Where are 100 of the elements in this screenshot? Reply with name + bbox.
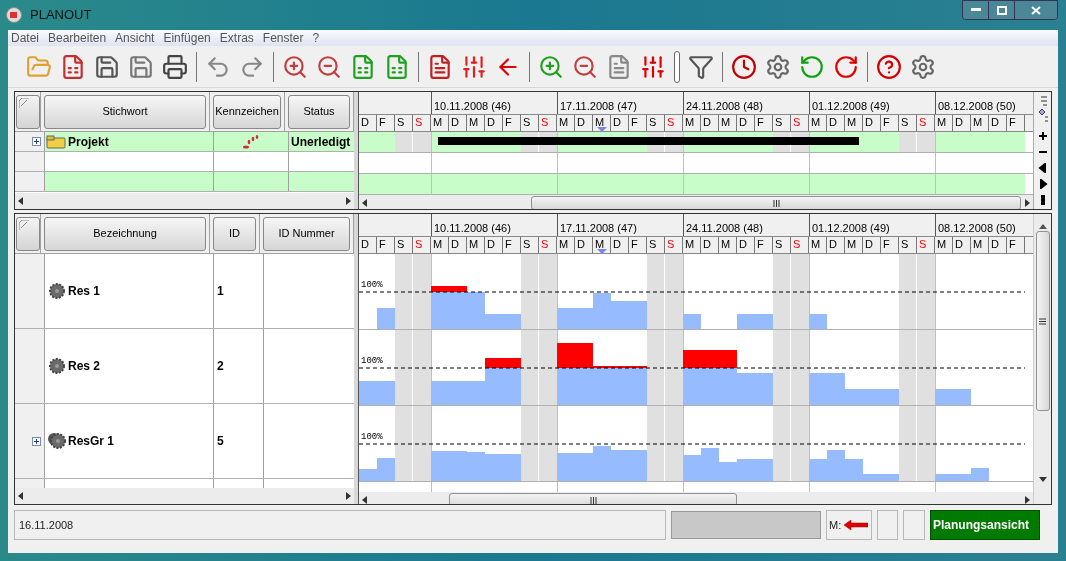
menu-item[interactable]: Fenster bbox=[262, 32, 304, 44]
day-label: S bbox=[667, 239, 675, 250]
day-label: M bbox=[721, 239, 731, 250]
day-label: M bbox=[937, 239, 947, 250]
day-label: M bbox=[937, 117, 947, 128]
day-label: S bbox=[667, 117, 675, 128]
day-label: M bbox=[811, 239, 821, 250]
day-label: D bbox=[991, 239, 999, 250]
column-header[interactable]: Bezeichnung bbox=[44, 216, 206, 251]
day-label: M bbox=[595, 117, 605, 128]
menu-item[interactable]: Extras bbox=[219, 32, 254, 44]
day-label: M bbox=[685, 117, 695, 128]
day-label: F bbox=[631, 117, 638, 128]
resource-name: ResGr 1 bbox=[68, 433, 115, 450]
resource-id: 5 bbox=[217, 433, 224, 450]
day-label: S bbox=[793, 117, 801, 128]
menu-item[interactable]: Bearbeiten bbox=[48, 32, 107, 44]
day-label: D bbox=[577, 117, 585, 128]
day-label: S bbox=[397, 239, 405, 250]
day-label: D bbox=[613, 239, 621, 250]
resource-id: 2 bbox=[217, 358, 224, 375]
column-header[interactable]: ID Nummer bbox=[263, 216, 350, 251]
menu-item[interactable]: Datei bbox=[11, 32, 39, 44]
week-label: 08.12.2008 (50) bbox=[938, 101, 1016, 112]
day-label: F bbox=[883, 117, 890, 128]
day-label: D bbox=[451, 117, 459, 128]
column-header[interactable]: Kennzeichen bbox=[213, 94, 281, 129]
day-label: S bbox=[649, 239, 657, 250]
capacity-label: 100% bbox=[361, 281, 383, 290]
window-title: PLANOUT bbox=[30, 6, 92, 25]
view-indicator: Planungsansicht bbox=[930, 510, 1040, 540]
day-label: M bbox=[433, 239, 443, 250]
day-label: D bbox=[829, 117, 837, 128]
day-label: S bbox=[523, 117, 531, 128]
resource-name: Res 2 bbox=[68, 358, 101, 375]
day-label: S bbox=[919, 239, 927, 250]
status-date: 16.11.2008 bbox=[19, 517, 74, 533]
day-label: M bbox=[847, 117, 857, 128]
menu-item[interactable]: Ansicht bbox=[115, 32, 155, 44]
day-label: F bbox=[505, 117, 512, 128]
menu-item[interactable]: ? bbox=[312, 32, 320, 44]
capacity-label: 100% bbox=[361, 357, 383, 366]
day-label: S bbox=[523, 239, 531, 250]
day-label: F bbox=[379, 117, 386, 128]
day-label: F bbox=[379, 239, 386, 250]
day-label: F bbox=[1009, 117, 1016, 128]
week-label: 10.11.2008 (46) bbox=[434, 101, 511, 112]
week-label: 01.12.2008 (49) bbox=[812, 223, 890, 234]
day-label: S bbox=[775, 117, 783, 128]
day-label: D bbox=[703, 239, 711, 250]
day-label: S bbox=[901, 117, 909, 128]
day-label: S bbox=[919, 117, 927, 128]
column-header[interactable]: ID bbox=[213, 216, 256, 251]
day-label: D bbox=[451, 239, 459, 250]
day-label: F bbox=[757, 117, 764, 128]
week-label: 10.11.2008 (46) bbox=[434, 223, 511, 234]
day-label: D bbox=[613, 117, 621, 128]
week-label: 24.11.2008 (48) bbox=[686, 223, 763, 234]
day-label: D bbox=[487, 239, 495, 250]
capacity-label: 100% bbox=[361, 433, 383, 442]
day-label: M bbox=[595, 239, 605, 250]
day-label: M bbox=[973, 239, 983, 250]
column-header[interactable]: Status bbox=[288, 94, 350, 129]
day-label: M bbox=[685, 239, 695, 250]
day-label: M bbox=[469, 239, 479, 250]
day-label: D bbox=[991, 117, 999, 128]
day-label: F bbox=[757, 239, 764, 250]
week-label: 01.12.2008 (49) bbox=[812, 101, 890, 112]
day-label: D bbox=[955, 117, 963, 128]
day-label: S bbox=[415, 117, 423, 128]
day-label: D bbox=[739, 239, 747, 250]
day-label: D bbox=[865, 239, 873, 250]
column-header[interactable]: Stichwort bbox=[44, 94, 206, 129]
day-label: S bbox=[649, 117, 657, 128]
marker-label: M: bbox=[829, 517, 842, 533]
day-label: S bbox=[397, 117, 405, 128]
day-label: S bbox=[541, 117, 549, 128]
day-label: S bbox=[901, 239, 909, 250]
day-label: D bbox=[703, 117, 711, 128]
day-label: D bbox=[865, 117, 873, 128]
day-label: M bbox=[847, 239, 857, 250]
day-label: S bbox=[793, 239, 801, 250]
day-label: M bbox=[559, 117, 569, 128]
resource-name: Res 1 bbox=[68, 283, 101, 300]
status-text: Unerledigt bbox=[291, 133, 351, 151]
day-label: D bbox=[955, 239, 963, 250]
day-label: D bbox=[577, 239, 585, 250]
resource-id: 1 bbox=[217, 283, 224, 300]
week-label: 17.11.2008 (47) bbox=[560, 101, 637, 112]
day-label: F bbox=[631, 239, 638, 250]
day-label: D bbox=[361, 117, 369, 128]
menu-item[interactable]: Einfügen bbox=[163, 32, 211, 44]
day-label: M bbox=[469, 117, 479, 128]
day-label: F bbox=[505, 239, 512, 250]
day-label: F bbox=[883, 239, 890, 250]
day-label: D bbox=[487, 117, 495, 128]
day-label: M bbox=[973, 117, 983, 128]
week-label: 08.12.2008 (50) bbox=[938, 223, 1016, 234]
week-label: 17.11.2008 (47) bbox=[560, 223, 637, 234]
day-label: D bbox=[361, 239, 369, 250]
